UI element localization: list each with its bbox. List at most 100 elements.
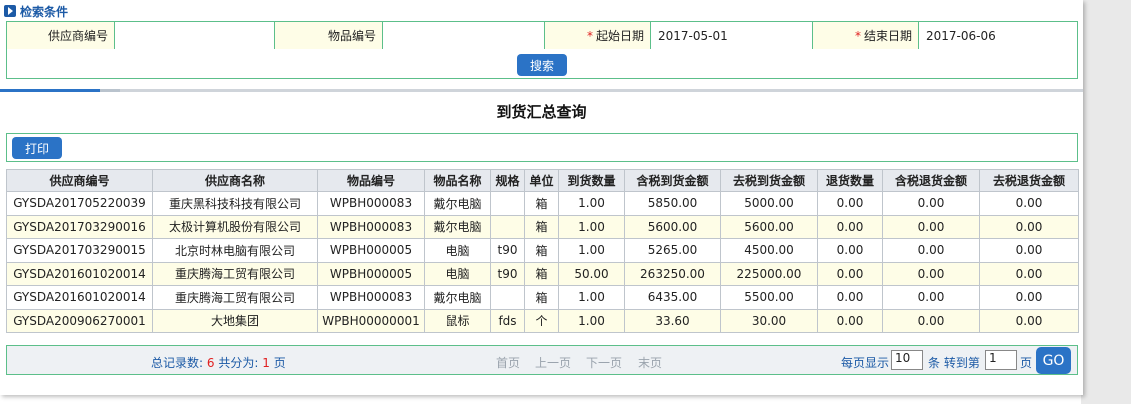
go-button[interactable]: GO [1036,347,1071,374]
table-cell: 箱 [524,285,559,310]
table-cell: 箱 [524,238,559,263]
table-cell: WPBH000083 [317,214,425,239]
table-row[interactable]: GYSDA201703290016 太极计算机股份有限公司 WPBH000083… [6,214,1079,239]
table-cell: 225000.00 [720,261,818,286]
table-cell: 1.00 [558,214,625,239]
table-cell: 0.00 [979,285,1079,310]
table-cell: 0.00 [882,191,980,216]
table-cell: 5600.00 [720,214,818,239]
report-title: 到货汇总查询 [496,103,587,121]
table-cell: 0.00 [882,308,980,333]
table-cell: 50.00 [558,261,625,286]
table-cell: 1.00 [558,238,625,263]
table-header-row: 供应商编号 供应商名称 物品编号 物品名称 规格 单位 到货数量 含税到货金额 … [6,169,1079,192]
table-cell: 鼠标 [424,308,491,333]
table-cell: 0.00 [979,308,1079,333]
table-cell: 箱 [524,191,559,216]
table-cell: 箱 [524,261,559,286]
table-cell: 重庆腾海工贸有限公司 [152,261,318,286]
table-row[interactable]: GYSDA201705220039 重庆黑科技科技有限公司 WPBH000083… [6,191,1079,216]
column-header[interactable]: 去税退货金额 [979,169,1079,192]
end-date-input[interactable]: 2017-06-06 [919,22,1077,49]
column-header[interactable]: 单位 [524,169,559,192]
table-cell: WPBH000005 [317,261,425,286]
item-code-label: 物品编号 [275,22,383,49]
supplier-code-input[interactable] [115,22,275,49]
search-button[interactable]: 搜索 [517,54,567,76]
table-cell: 0.00 [882,214,980,239]
column-header[interactable]: 含税到货金额 [624,169,721,192]
table-cell: 1.00 [558,191,625,216]
table-cell: 263250.00 [624,261,721,286]
filter-form: 供应商编号 物品编号 * 起始日期 2017-05-01 * 结束日期 2017… [6,21,1078,79]
table-cell: t90 [490,238,525,263]
table-cell: WPBH000083 [317,191,425,216]
table-cell: 0.00 [817,308,883,333]
pagination-bar: 总记录数: 6 共分为: 1 页 首页 上一页 下一页 末页 每页显示 10 条… [6,345,1078,375]
table-cell: 箱 [524,214,559,239]
column-header[interactable]: 供应商名称 [152,169,318,192]
column-header[interactable]: 去税到货金额 [720,169,818,192]
filter-row: 供应商编号 物品编号 * 起始日期 2017-05-01 * 结束日期 2017… [7,22,1077,49]
table-cell: 1.00 [558,285,625,310]
table-cell: 0.00 [882,261,980,286]
table-cell: 电脑 [424,238,491,263]
table-cell: 0.00 [817,261,883,286]
table-cell: GYSDA201703290015 [6,238,153,263]
prev-page-link[interactable]: 上一页 [535,354,571,371]
page-size-label: 每页显示 [841,356,890,370]
table-cell [490,285,525,310]
next-page-link[interactable]: 下一页 [586,354,622,371]
table-row[interactable]: GYSDA201601020014 重庆腾海工贸有限公司 WPBH000083 … [6,285,1079,310]
table-row[interactable]: GYSDA200906270001 大地集团 WPBH00000001 鼠标 f… [6,308,1079,333]
table-cell: 5000.00 [720,191,818,216]
table-cell: 重庆腾海工贸有限公司 [152,285,318,310]
page-frame: 检索条件 供应商编号 物品编号 * 起始日期 2017-05-01 * 结束日期… [0,0,1131,404]
table-row[interactable]: GYSDA201601020014 重庆腾海工贸有限公司 WPBH000005 … [6,261,1079,286]
page-size-input[interactable]: 10 [891,350,923,370]
main-panel: 检索条件 供应商编号 物品编号 * 起始日期 2017-05-01 * 结束日期… [0,0,1083,395]
page-unit-label: 页 [1020,356,1033,370]
filter-section-header[interactable]: 检索条件 [4,3,68,19]
report-toolbar: 打印 [6,133,1078,162]
table-cell: 北京时林电脑有限公司 [152,238,318,263]
print-button[interactable]: 打印 [12,137,62,159]
table-cell: GYSDA201703290016 [6,214,153,239]
table-cell: 4500.00 [720,238,818,263]
table-cell: 0.00 [979,191,1079,216]
required-mark: * [854,28,861,43]
column-header[interactable]: 退货数量 [817,169,883,192]
table-cell: GYSDA201601020014 [6,285,153,310]
last-page-link[interactable]: 末页 [638,354,662,371]
start-date-input[interactable]: 2017-05-01 [651,22,813,49]
column-header[interactable]: 规格 [490,169,525,192]
table-cell: 5600.00 [624,214,721,239]
table-cell: 大地集团 [152,308,318,333]
column-header[interactable]: 到货数量 [558,169,625,192]
table-cell: 5265.00 [624,238,721,263]
column-header[interactable]: 含税退货金额 [882,169,980,192]
table-cell: 重庆黑科技科技有限公司 [152,191,318,216]
column-header[interactable]: 物品编号 [317,169,425,192]
table-cell: 30.00 [720,308,818,333]
table-cell: 0.00 [817,191,883,216]
item-code-input[interactable] [383,22,545,49]
first-page-link[interactable]: 首页 [496,354,520,371]
table-row[interactable]: GYSDA201703290015 北京时林电脑有限公司 WPBH000005 … [6,238,1079,263]
table-cell: 戴尔电脑 [424,214,491,239]
goto-page-input[interactable]: 1 [985,350,1017,370]
table-cell: 1.00 [558,308,625,333]
loading-bar [0,89,1083,92]
table-cell: 6435.00 [624,285,721,310]
column-header[interactable]: 供应商编号 [6,169,153,192]
table-cell: WPBH000005 [317,238,425,263]
table-cell: WPBH00000001 [317,308,425,333]
start-date-label: * 起始日期 [545,22,651,49]
column-header[interactable]: 物品名称 [424,169,491,192]
loading-bar-fill [0,89,100,92]
table-cell: 5850.00 [624,191,721,216]
table-cell: 0.00 [817,214,883,239]
expand-arrow-icon[interactable] [4,5,16,17]
table-cell: GYSDA201601020014 [6,261,153,286]
table-cell: 0.00 [882,238,980,263]
